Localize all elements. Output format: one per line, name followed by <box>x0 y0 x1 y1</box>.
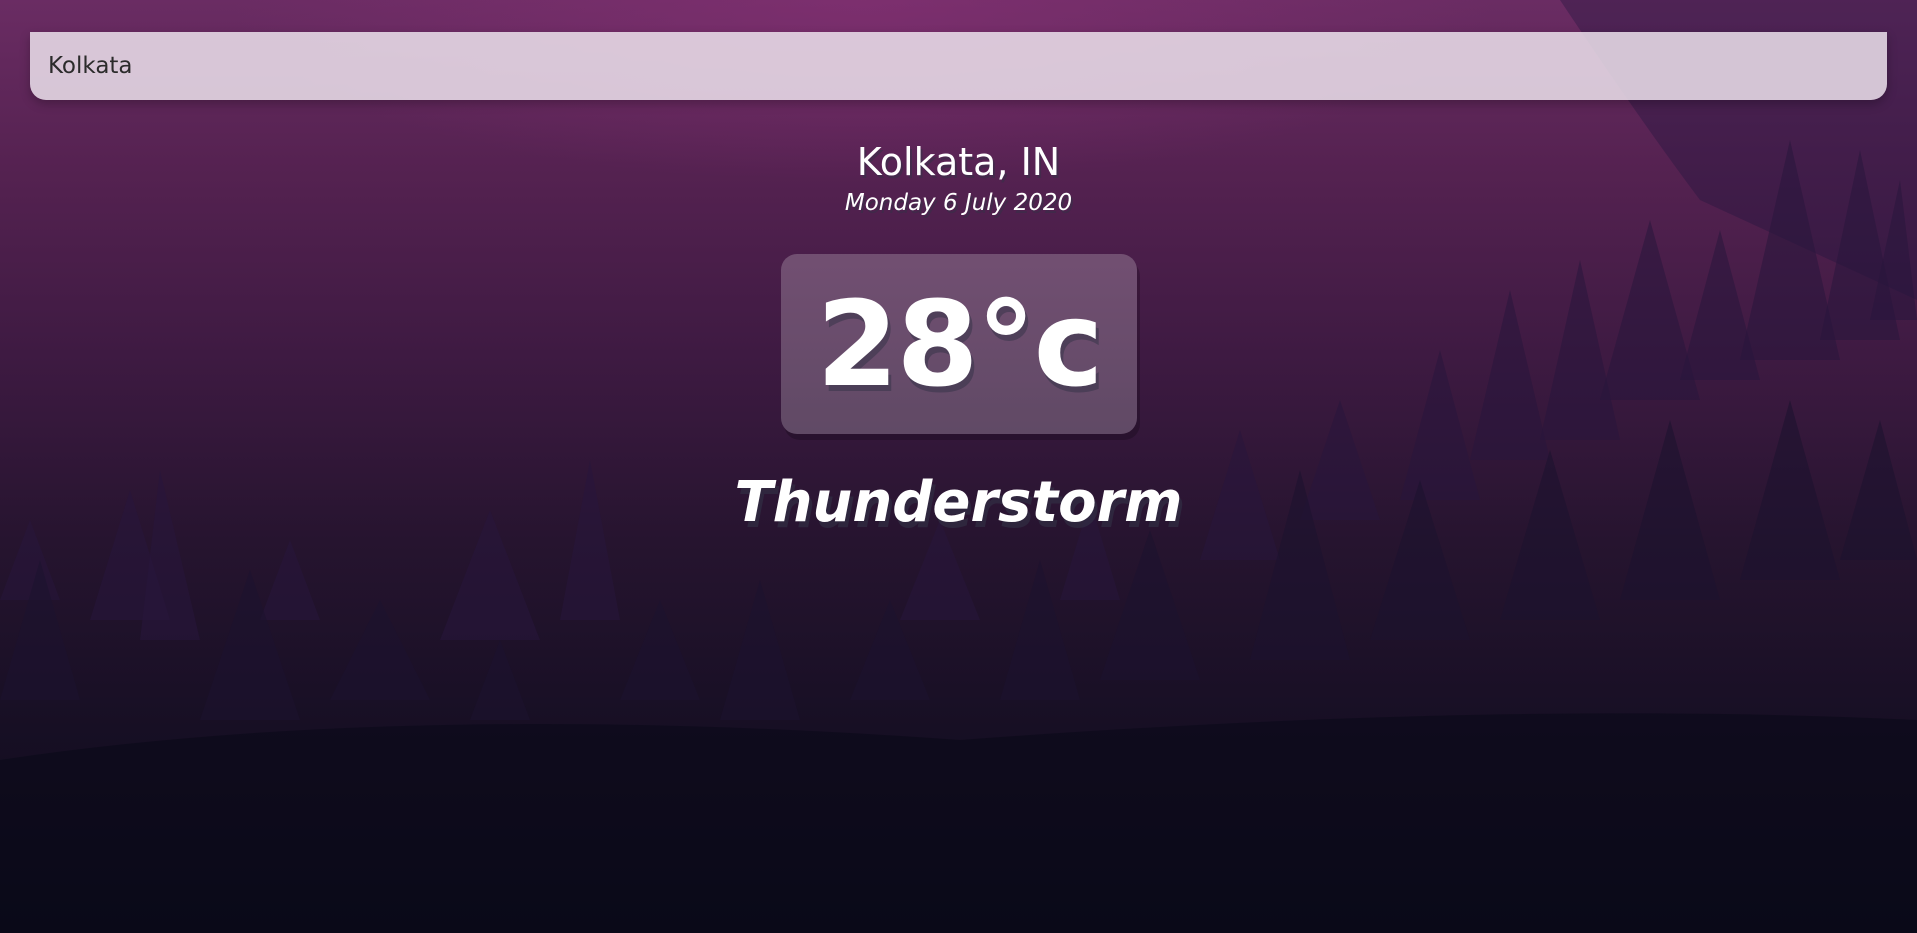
temperature-box: 28°c <box>781 254 1137 434</box>
search-input[interactable] <box>30 32 1887 100</box>
weather-condition: Thunderstorm <box>734 470 1183 535</box>
location-label: Kolkata, IN <box>856 140 1061 184</box>
temperature-value: 28°c <box>816 275 1103 413</box>
date-label: Monday 6 July 2020 <box>844 190 1073 216</box>
location-box: Kolkata, IN Monday 6 July 2020 <box>0 136 1917 218</box>
